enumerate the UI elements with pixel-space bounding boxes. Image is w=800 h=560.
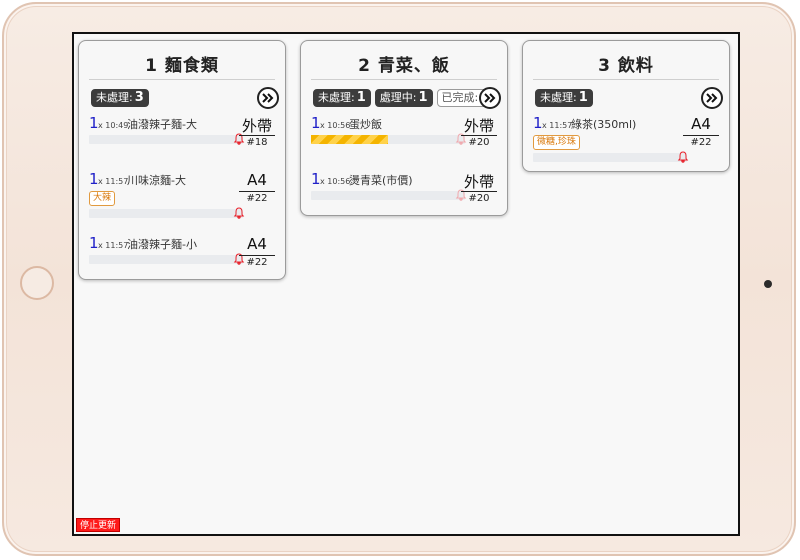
- item-name: 綠茶(350ml): [571, 118, 637, 131]
- destination: 外帶: [463, 117, 494, 135]
- double-chevron-right-icon: [262, 93, 274, 103]
- order-time: x 11:57: [98, 241, 129, 250]
- ticket-number: #22: [246, 193, 268, 204]
- status-badges: 未處理: 1: [535, 89, 593, 107]
- station-title: 2 青菜、飯: [358, 56, 450, 76]
- tablet-frame: 1 麵食類 未處理: 3 1 x 10:49 油潑辣子麵-大 外帶 #18 1 …: [2, 2, 796, 556]
- next-page-button[interactable]: [701, 87, 723, 109]
- destination: A4: [691, 115, 711, 133]
- status-badges: 未處理: 3: [91, 89, 149, 107]
- progress-bar: [89, 255, 243, 264]
- progress-bar: [311, 135, 465, 144]
- progress-bar: [89, 135, 243, 144]
- station-card-vegetables-rice: 2 青菜、飯 未處理: 1 處理中: 1 已完成: 1 x 10:56 蛋炒飯 …: [300, 40, 508, 216]
- destination: A4: [247, 171, 267, 189]
- badge-label: 未處理:: [318, 91, 355, 104]
- progress-bar: [311, 191, 465, 200]
- ticket-number: #18: [246, 137, 268, 148]
- double-chevron-right-icon: [706, 93, 718, 103]
- next-page-button[interactable]: [257, 87, 279, 109]
- destination: 外帶: [463, 173, 494, 191]
- divider: [461, 135, 497, 136]
- order-time: x 10:56: [320, 177, 351, 186]
- item-name: 油潑辣子麵-小: [127, 238, 197, 251]
- modifier-tag: 大辣: [89, 191, 116, 206]
- order-item[interactable]: 1 x 11:57 綠茶(350ml) 微糖,珍珠 A4 #22: [533, 115, 719, 167]
- pending-badge[interactable]: 未處理: 1: [535, 89, 593, 107]
- modifier-tag: 微糖,珍珠: [533, 135, 580, 150]
- order-item[interactable]: 1 x 10:49 油潑辣子麵-大 外帶 #18: [89, 115, 275, 167]
- order-item[interactable]: 1 x 11:57 油潑辣子麵-小 A4 #22: [89, 235, 275, 287]
- station-title: 3 飲料: [598, 56, 654, 76]
- badge-label: 未處理:: [96, 91, 133, 104]
- progress-fill: [311, 135, 388, 144]
- progress-bar: [89, 209, 243, 218]
- pending-badge[interactable]: 未處理: 1: [313, 89, 371, 107]
- badge-count: 1: [356, 90, 366, 105]
- ticket-number: #20: [468, 193, 490, 204]
- order-time: x 10:56: [320, 121, 351, 130]
- divider: [683, 135, 719, 136]
- divider: [89, 79, 275, 80]
- order-item[interactable]: 1 x 11:57 川味涼麵-大 大辣 A4 #22: [89, 171, 275, 223]
- destination: A4: [247, 235, 267, 253]
- stop-refresh-button[interactable]: 停止更新: [76, 518, 121, 532]
- front-camera: [764, 280, 772, 288]
- in-progress-badge[interactable]: 處理中: 1: [374, 89, 433, 107]
- ticket-number: #20: [468, 137, 490, 148]
- ticket-number: #22: [690, 137, 712, 148]
- badge-label: 已完成:: [441, 91, 479, 104]
- badge-label: 未處理:: [540, 91, 577, 104]
- divider: [533, 79, 719, 80]
- order-item[interactable]: 1 x 10:56 燙青菜(市價) 外帶 #20: [311, 171, 497, 223]
- item-name: 川味涼麵-大: [127, 174, 186, 187]
- bell-icon[interactable]: [677, 151, 689, 163]
- badge-count: 1: [578, 90, 588, 105]
- destination: 外帶: [241, 117, 272, 135]
- order-time: x 11:57: [542, 121, 573, 130]
- order-time: x 11:57: [98, 177, 129, 186]
- order-item[interactable]: 1 x 10:56 蛋炒飯 外帶 #20: [311, 115, 497, 167]
- progress-bar: [533, 153, 687, 162]
- item-name: 油潑辣子麵-大: [127, 118, 197, 131]
- bell-icon[interactable]: [233, 207, 245, 219]
- divider: [239, 135, 275, 136]
- badge-count: 1: [418, 90, 428, 105]
- badge-count: 3: [134, 90, 144, 105]
- home-button[interactable]: [20, 266, 54, 300]
- item-name: 燙青菜(市價): [349, 174, 413, 187]
- double-chevron-right-icon: [484, 93, 496, 103]
- item-name: 蛋炒飯: [349, 118, 382, 131]
- order-time: x 10:49: [98, 121, 129, 130]
- divider: [239, 255, 275, 256]
- divider: [239, 191, 275, 192]
- station-title: 1 麵食類: [145, 56, 219, 76]
- divider: [311, 79, 497, 80]
- status-badges: 未處理: 1 處理中: 1 已完成: 1: [313, 89, 494, 107]
- ticket-number: #22: [246, 257, 268, 268]
- station-card-noodles: 1 麵食類 未處理: 3 1 x 10:49 油潑辣子麵-大 外帶 #18 1 …: [78, 40, 286, 280]
- pending-badge[interactable]: 未處理: 3: [91, 89, 149, 107]
- station-card-drinks: 3 飲料 未處理: 1 1 x 11:57 綠茶(350ml) 微糖,珍珠 A4…: [522, 40, 730, 172]
- badge-label: 處理中:: [379, 91, 417, 104]
- next-page-button[interactable]: [479, 87, 501, 109]
- kds-screen: 1 麵食類 未處理: 3 1 x 10:49 油潑辣子麵-大 外帶 #18 1 …: [72, 32, 740, 536]
- divider: [461, 191, 497, 192]
